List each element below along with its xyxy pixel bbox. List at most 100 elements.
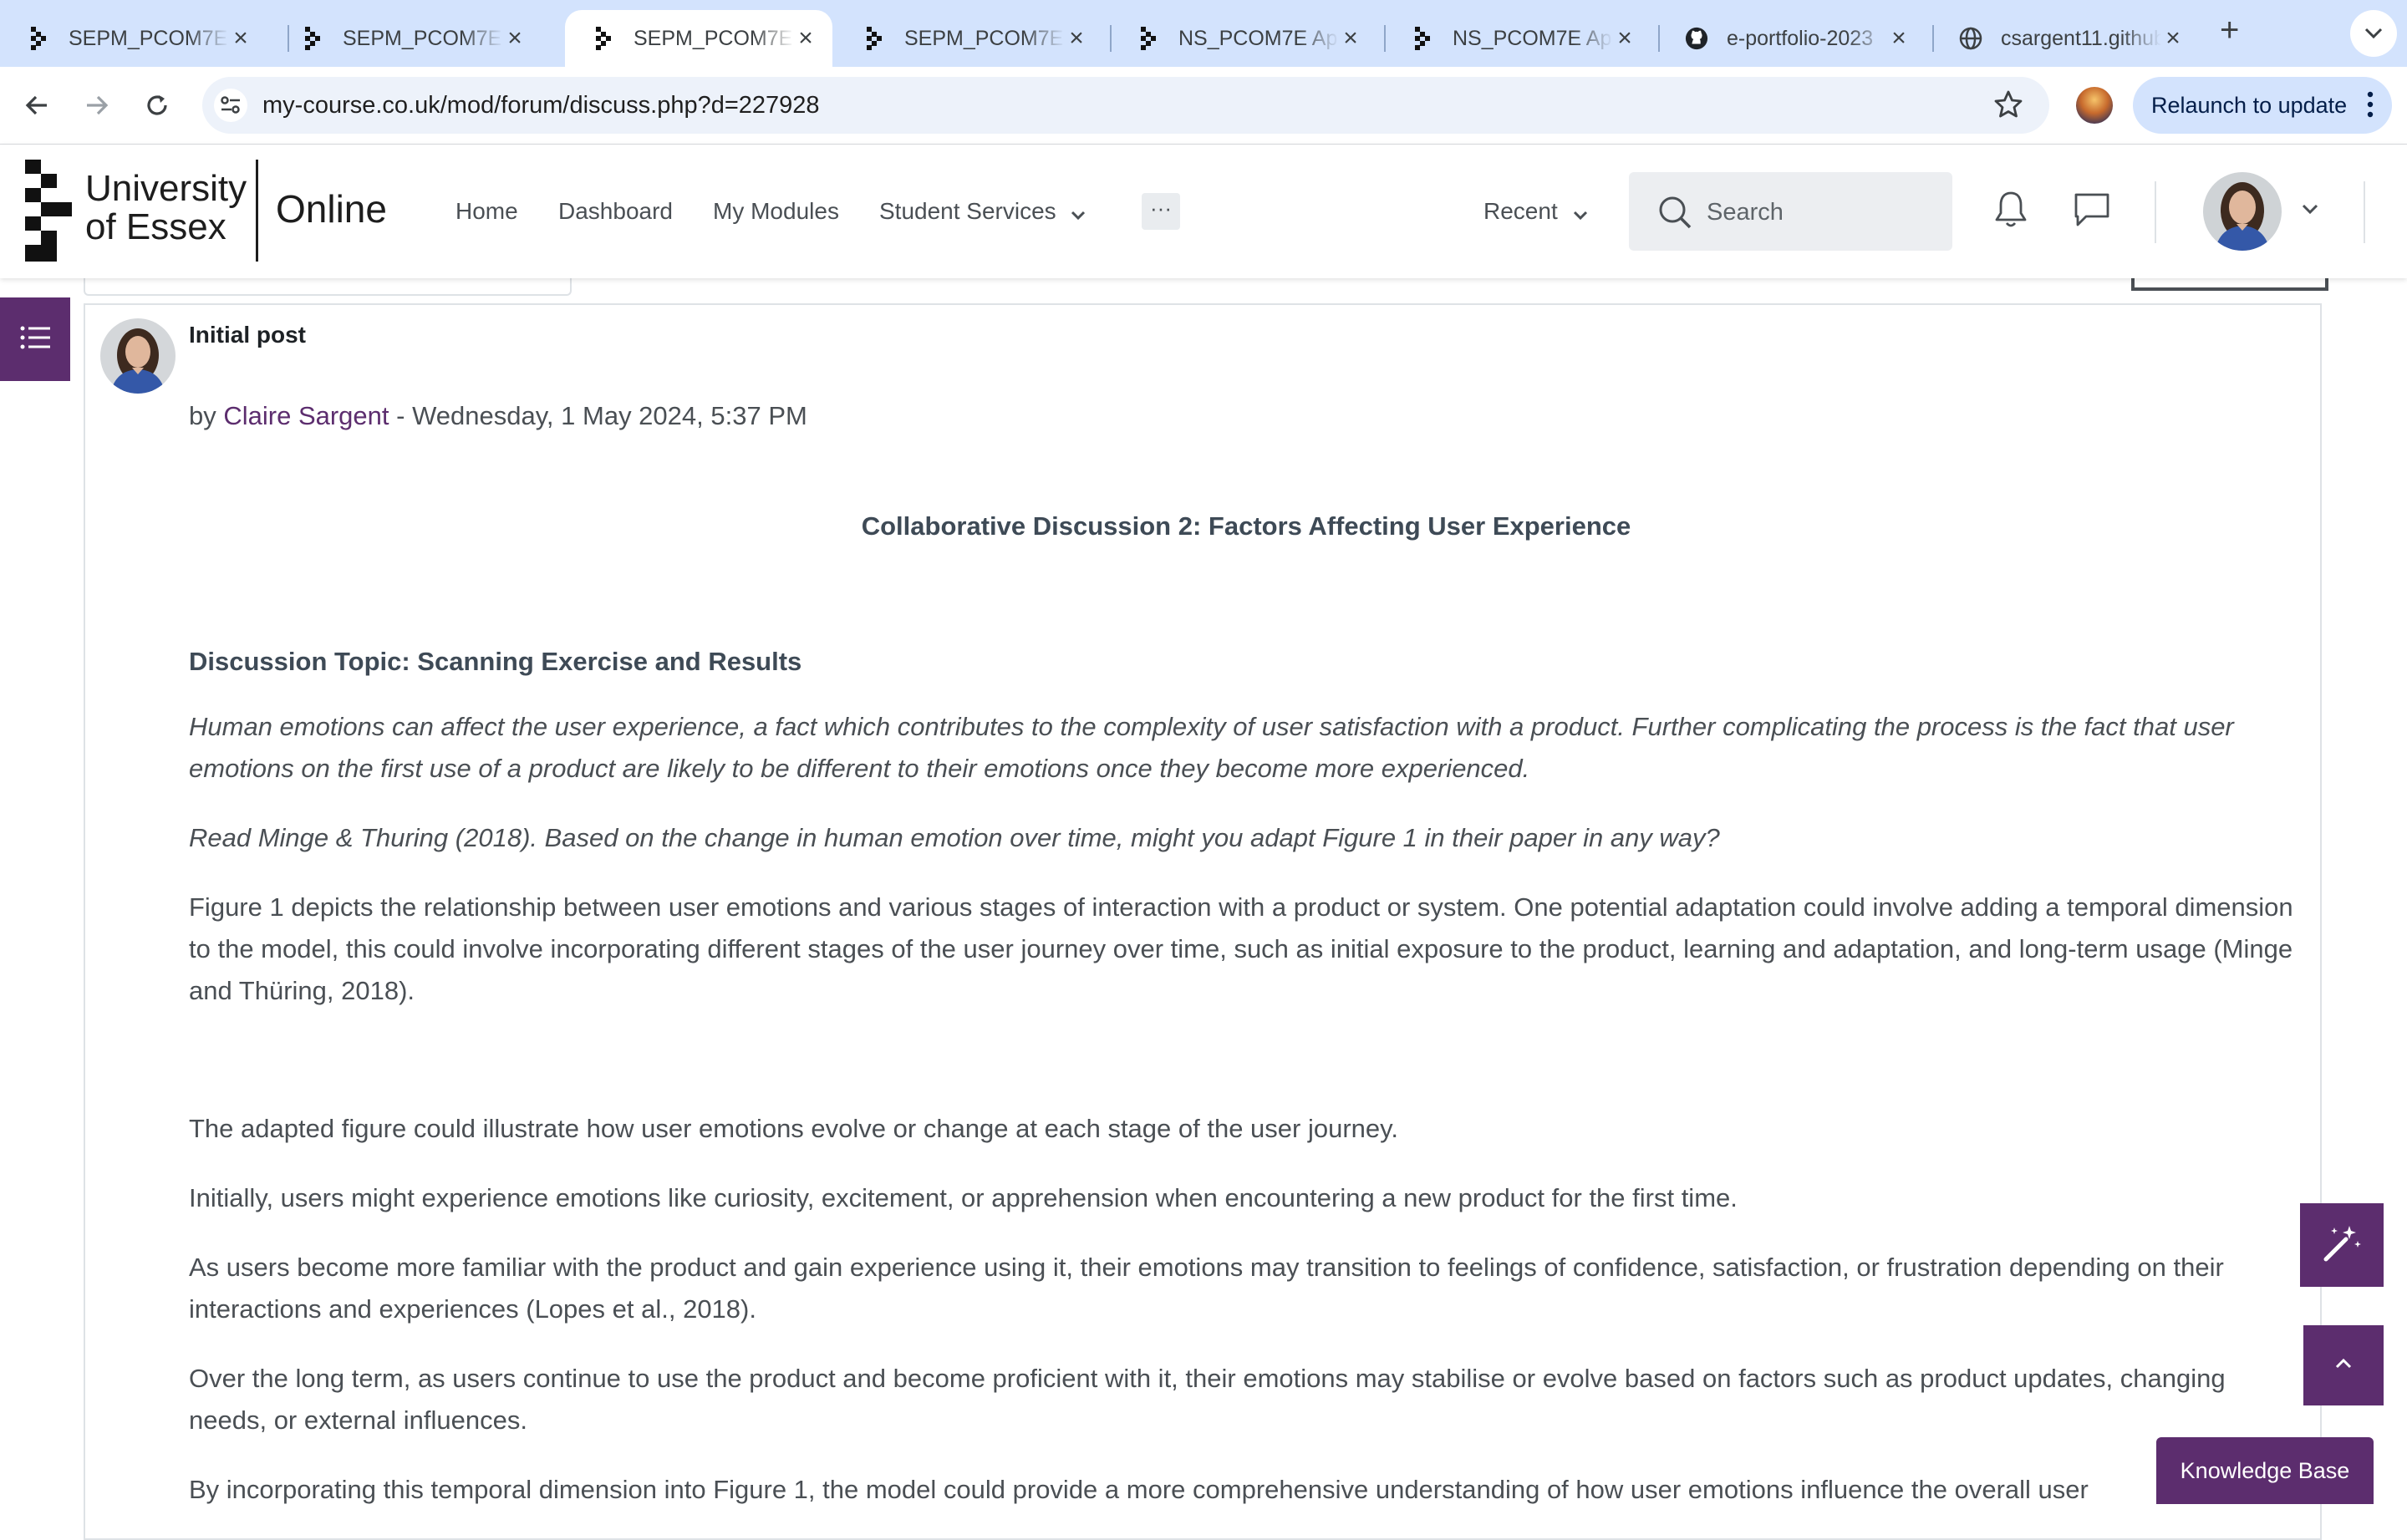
relaunch-label: Relaunch to update [2151,92,2348,118]
close-icon[interactable]: × [2161,24,2185,53]
logo-line-2: of Essex [85,206,226,247]
close-icon[interactable]: × [1339,24,1362,53]
close-icon[interactable]: × [1887,24,1911,53]
notifications-bell-icon[interactable] [1992,190,2029,234]
forward-icon[interactable] [75,84,119,127]
post-content: Collaborative Discussion 2: Factors Affe… [189,506,2303,1538]
author-avatar[interactable] [100,318,176,394]
body-paragraph-2: The adapted figure could illustrate how … [189,1114,1398,1143]
course-index-toggle[interactable] [0,297,70,381]
chevron-down-icon[interactable] [2302,203,2318,219]
globe-icon [1959,27,1982,50]
essex-chequer-icon [27,27,50,50]
tab-title: SEPM_PCOM7E [69,26,228,50]
essex-chequer-icon [301,27,324,50]
body-paragraph-3: Initially, users might experience emotio… [189,1183,1738,1212]
browser-profile-icon[interactable] [2076,87,2113,124]
knowledge-base-button[interactable]: Knowledge Base [2156,1437,2374,1504]
essex-chequer-icon [1411,27,1434,50]
magic-wand-button[interactable] [2300,1203,2384,1287]
chevron-down-icon [1071,200,1086,226]
messages-chat-icon[interactable] [2073,191,2111,232]
post-title: Collaborative Discussion 2: Factors Affe… [861,511,1631,541]
prompt-text-1: Human emotions can affect the user exper… [189,712,2234,783]
bookmark-star-icon[interactable] [1992,89,2024,125]
address-bar[interactable]: my-course.co.uk/mod/forum/discuss.php?d=… [202,77,2049,134]
recent-label: Recent [1483,198,1558,224]
browser-tab[interactable]: NS_PCOM7E Ap × [1384,10,1651,67]
browser-tab[interactable]: e-portfolio-2023 × [1658,10,1926,67]
site-settings-icon[interactable] [214,89,247,122]
tab-title: csargent11.github [2001,26,2161,50]
browser-tab-active[interactable]: SEPM_PCOM7E × [565,10,832,67]
back-to-top-button[interactable] [2303,1325,2384,1405]
close-icon[interactable]: × [229,24,252,53]
logo-online-text: Online [276,187,387,231]
recent-menu[interactable]: Recent [1483,198,1588,226]
chevron-up-icon [2334,1358,2353,1374]
reload-icon[interactable] [135,84,179,127]
nav-student-services[interactable]: Student Services [879,198,1086,226]
close-icon[interactable]: × [503,24,527,53]
browser-tab[interactable]: SEPM_PCOM7E × [836,10,1103,67]
url-text[interactable]: my-course.co.uk/mod/forum/discuss.php?d=… [262,92,820,119]
tab-title: SEPM_PCOM7E [904,26,1064,50]
discussion-topic: Discussion Topic: Scanning Exercise and … [189,647,802,676]
browser-toolbar: my-course.co.uk/mod/forum/discuss.php?d=… [0,67,2407,145]
site-search-input[interactable]: Search [1629,172,1952,251]
essex-chequer-icon [592,27,615,50]
by-prefix: by [189,401,224,430]
university-logo-text[interactable]: University of Essex [85,170,247,247]
forum-post: Initial post by Claire Sargent - Wednesd… [84,303,2322,1540]
post-subject: Initial post [189,322,306,348]
nav-student-services-label: Student Services [879,198,1056,224]
body-paragraph-5: Over the long term, as users continue to… [189,1364,2226,1435]
close-icon[interactable]: × [794,24,817,53]
kebab-menu-icon[interactable] [2367,90,2374,124]
post-date: Wednesday, 1 May 2024, 5:37 PM [412,401,807,430]
prompt-text-2: Read Minge & Thuring (2018). Based on th… [189,823,1720,852]
logo-line-1: University [85,168,247,209]
browser-tab[interactable]: NS_PCOM7E Ap × [1110,10,1377,67]
tab-title: NS_PCOM7E Ap [1178,26,1338,50]
logo-divider [256,160,258,262]
back-icon[interactable] [15,84,59,127]
list-icon [20,325,50,354]
essex-chequer-icon [863,27,886,50]
tab-search-icon[interactable] [2350,10,2397,57]
date-separator: - [389,401,413,430]
post-byline: by Claire Sargent - Wednesday, 1 May 202… [189,401,807,431]
tab-title: e-portfolio-2023 [1727,26,1874,50]
header-divider [2155,181,2156,243]
chevron-down-icon [1573,200,1588,226]
nav-my-modules[interactable]: My Modules [713,198,839,225]
tab-title: SEPM_PCOM7E [343,26,502,50]
site-header: University of Essex Online Home Dashboar… [0,145,2407,278]
magic-wand-icon [2321,1222,2363,1268]
essex-chequer-icon [1137,27,1160,50]
prompt-paragraph: Read Minge & Thuring (2018). Based on th… [189,817,2303,859]
browser-tab[interactable]: csargent11.github × [1932,10,2200,67]
browser-tab[interactable]: SEPM_PCOM7E × [0,10,267,67]
close-icon[interactable]: × [1065,24,1088,53]
search-placeholder: Search [1707,199,1784,226]
body-paragraph-6: By incorporating this temporal dimension… [189,1475,2089,1504]
new-tab-icon[interactable]: + [2220,12,2239,49]
browser-tab[interactable]: SEPM_PCOM7E × [274,10,542,67]
user-avatar[interactable] [2203,172,2282,251]
prompt-paragraph: Human emotions can affect the user exper… [189,706,2303,790]
tab-title: SEPM_PCOM7E [634,26,793,50]
body-paragraph-4: As users become more familiar with the p… [189,1253,2224,1324]
github-icon [1685,27,1708,50]
more-menu-button[interactable]: ··· [1142,193,1180,230]
body-paragraph-1: Figure 1 depicts the relationship betwee… [189,892,2293,1005]
relaunch-button[interactable]: Relaunch to update [2133,77,2392,134]
essex-logo-mark[interactable] [25,160,72,266]
author-link[interactable]: Claire Sargent [223,401,389,430]
header-divider [2364,181,2365,243]
nav-home[interactable]: Home [455,198,518,225]
nav-dashboard[interactable]: Dashboard [558,198,673,225]
browser-tab-strip: SEPM_PCOM7E × SEPM_PCOM7E × SEPM_PCOM7E … [0,0,2407,67]
close-icon[interactable]: × [1613,24,1636,53]
